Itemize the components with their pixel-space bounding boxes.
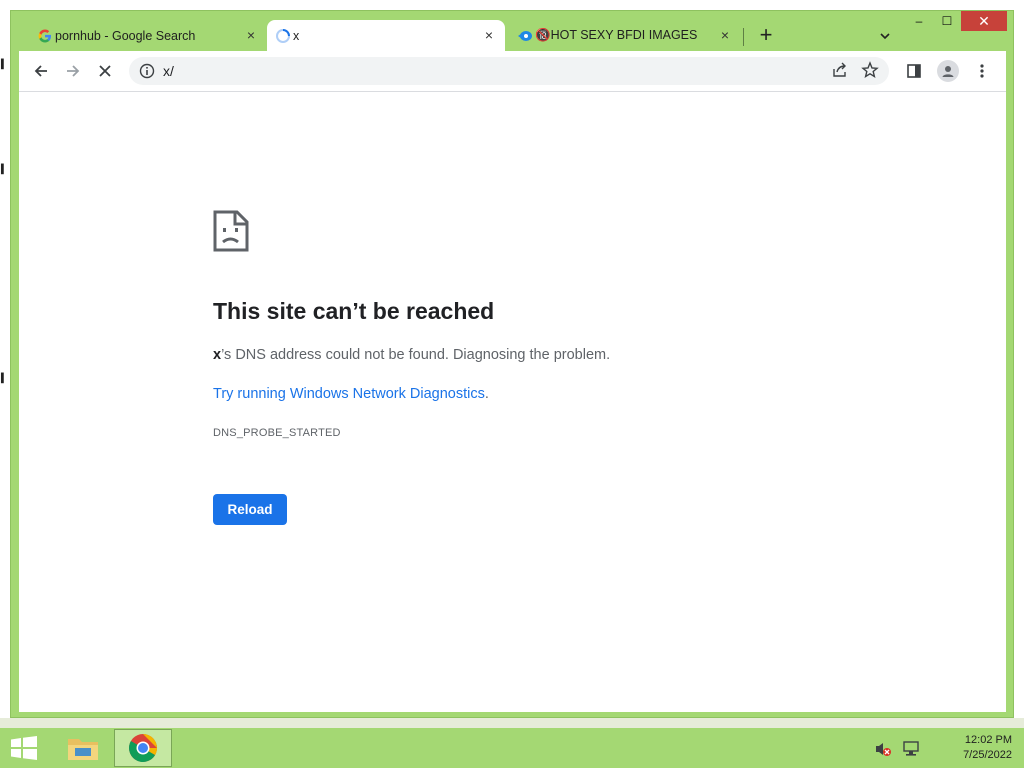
share-icon[interactable]	[831, 61, 849, 79]
tab-title: 🔞HOT SEXY BFDI IMAGES	[535, 28, 698, 42]
tab-separator	[743, 28, 744, 46]
desktop-icon-fragment: ▌	[1, 374, 7, 384]
diagnostics-line: Try running Windows Network Diagnostics.	[213, 386, 489, 402]
chrome-taskbar-button[interactable]	[114, 729, 172, 767]
error-title: This site can’t be reached	[213, 298, 495, 324]
windows-start-icon[interactable]	[10, 736, 38, 760]
loading-spinner-icon	[275, 28, 291, 44]
tab-bfdi-images[interactable]: 🔞HOT SEXY BFDI IMAGES ×	[509, 20, 741, 51]
error-description-text: ’s DNS address could not be found. Diagn…	[221, 347, 611, 363]
menu-button[interactable]	[966, 55, 998, 87]
close-tab-icon[interactable]: ×	[717, 27, 733, 43]
forward-arrow-icon	[67, 65, 80, 77]
tab-google-search[interactable]: pornhub - Google Search ×	[29, 20, 267, 51]
desktop-icon-fragment: ▌	[1, 165, 7, 175]
back-arrow-icon	[34, 65, 47, 77]
network-diagnostics-link[interactable]: Try running Windows Network Diagnostics	[213, 386, 485, 402]
tab-strip: pornhub - Google Search × x × 🔞HOT SEXY …	[11, 11, 1013, 51]
tab-active-x[interactable]: x ×	[267, 20, 505, 51]
window-controls: – ☐ ✕	[905, 11, 1007, 33]
folder-icon	[68, 739, 98, 760]
system-tray	[874, 740, 920, 758]
error-code: DNS_PROBE_STARTED	[213, 427, 341, 439]
address-bar[interactable]: x/	[129, 57, 889, 85]
close-window-button[interactable]: ✕	[961, 11, 1007, 31]
bookmark-star-icon[interactable]	[861, 61, 879, 79]
sad-document-icon	[213, 210, 249, 252]
tab-title: pornhub - Google Search	[55, 28, 196, 43]
profile-button[interactable]	[932, 55, 964, 87]
browser-toolbar: x/	[19, 51, 1006, 91]
site-icon	[517, 28, 533, 44]
clock-date: 7/25/2022	[963, 749, 1012, 761]
url-text[interactable]: x/	[163, 63, 174, 79]
browser-window: pornhub - Google Search × x × 🔞HOT SEXY …	[10, 10, 1014, 718]
stop-x-icon	[99, 65, 111, 77]
tab-title: x	[293, 28, 300, 43]
info-icon[interactable]	[139, 63, 155, 79]
google-icon	[37, 28, 53, 44]
toolbar-right	[898, 55, 998, 87]
avatar	[937, 60, 959, 82]
close-tab-icon[interactable]: ×	[243, 27, 259, 43]
file-explorer-taskbar-button[interactable]	[54, 729, 112, 767]
chrome-icon	[129, 734, 157, 762]
side-panel-icon	[907, 64, 921, 78]
reload-button[interactable]: Reload	[213, 494, 287, 525]
new-tab-button[interactable]: +	[755, 24, 777, 47]
forward-button[interactable]	[57, 55, 89, 87]
volume-muted-icon[interactable]	[874, 740, 892, 758]
person-icon	[942, 66, 954, 77]
minimize-button[interactable]: –	[905, 11, 933, 31]
clock-time: 12:02 PM	[964, 734, 1012, 746]
page-content: This site can’t be reached x’s DNS addre…	[19, 91, 1006, 712]
maximize-button[interactable]: ☐	[933, 11, 961, 31]
network-icon[interactable]	[902, 740, 920, 758]
kebab-menu-icon	[980, 64, 984, 78]
close-tab-icon[interactable]: ×	[481, 27, 497, 43]
address-bar-actions	[831, 61, 879, 79]
desktop-icon-fragment: ▌	[1, 60, 7, 70]
error-description: x’s DNS address could not be found. Diag…	[213, 347, 610, 363]
link-suffix: .	[484, 386, 489, 402]
taskbar: 12:02 PM 7/25/2022	[0, 728, 1024, 768]
error-host: x	[213, 347, 222, 363]
back-button[interactable]	[25, 55, 57, 87]
system-clock[interactable]: 12:02 PM 7/25/2022	[963, 733, 1012, 763]
side-panel-button[interactable]	[898, 55, 930, 87]
stop-loading-button[interactable]	[89, 55, 121, 87]
tab-search-chevron-icon[interactable]	[877, 28, 893, 44]
